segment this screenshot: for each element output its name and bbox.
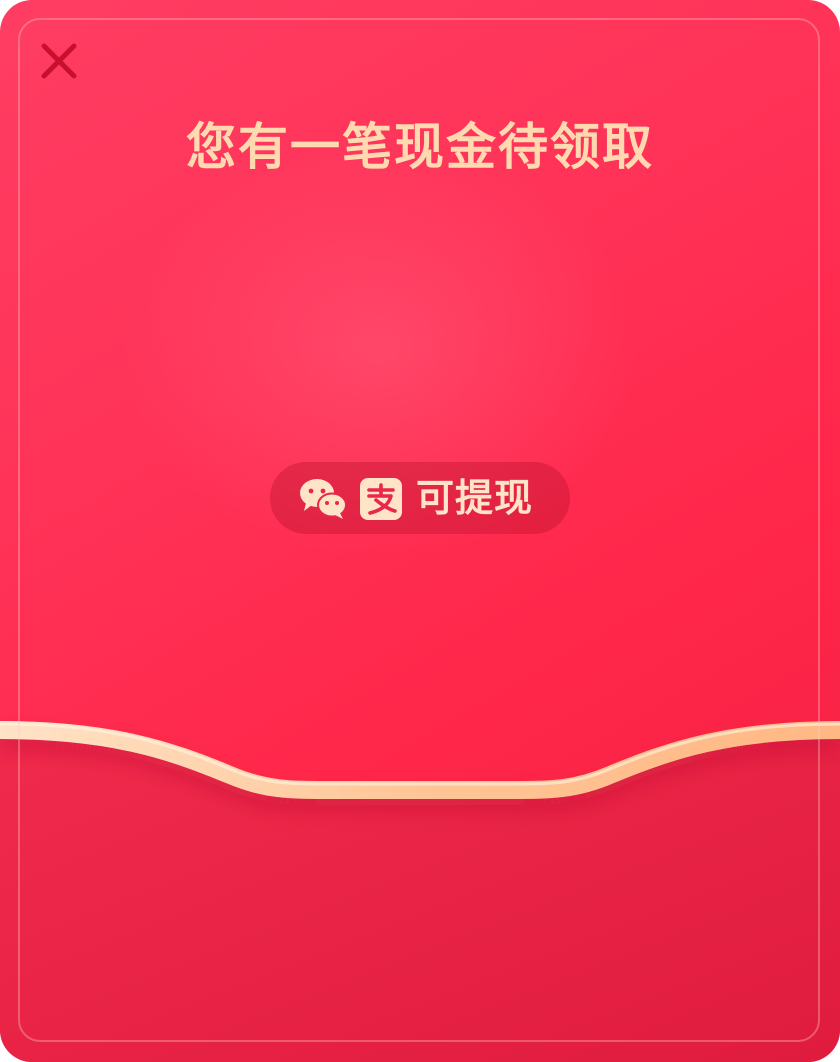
withdraw-badge: 可提现 — [270, 462, 570, 534]
withdraw-label: 可提现 — [416, 476, 534, 520]
close-button[interactable] — [36, 38, 82, 84]
close-icon — [41, 43, 77, 79]
red-packet-dialog: 您有一笔现金待领取 可提现 — [0, 0, 840, 1062]
dialog-title: 您有一笔现金待领取 — [186, 118, 654, 176]
wechat-icon — [300, 479, 347, 519]
alipay-icon — [360, 478, 402, 520]
